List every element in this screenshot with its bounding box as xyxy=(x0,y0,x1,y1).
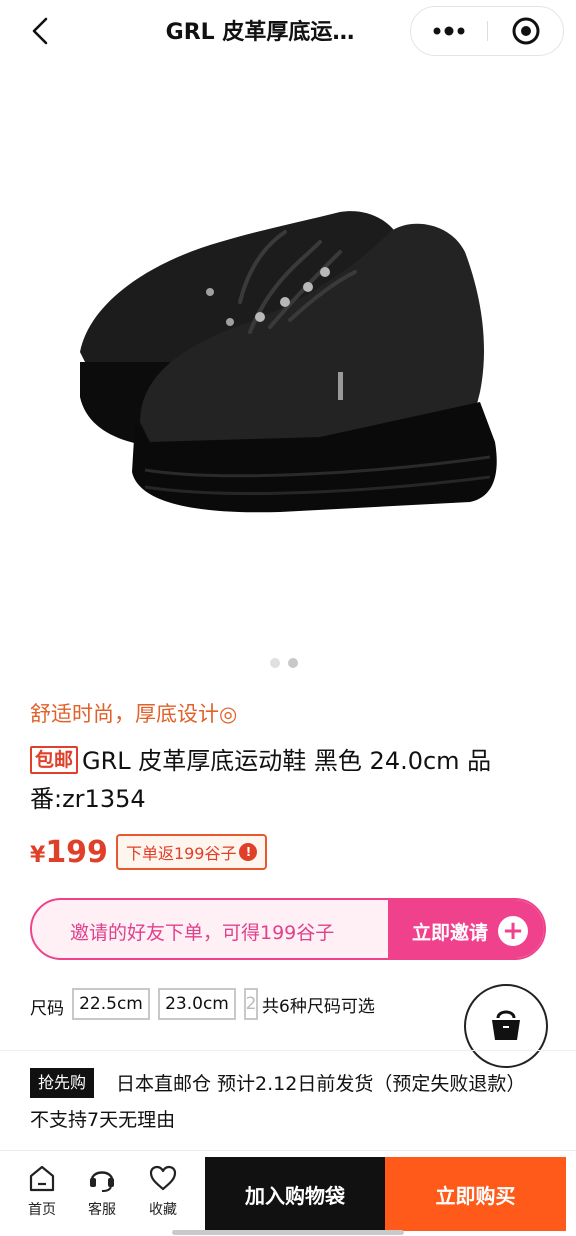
plus-icon: + xyxy=(498,916,528,946)
headset-icon xyxy=(90,1171,114,1192)
back-button[interactable] xyxy=(22,12,58,50)
rebate-badge[interactable]: 下单返199谷子 ! xyxy=(115,834,268,870)
size-count: 共6种尺码可选 xyxy=(262,997,375,1017)
more-dots-icon xyxy=(433,26,465,36)
close-miniprogram-button[interactable] xyxy=(488,7,564,55)
size-label: 尺码 xyxy=(30,999,64,1019)
info-icon: ! xyxy=(239,843,258,861)
home-button[interactable]: 首页 xyxy=(12,1163,72,1219)
customer-service-label: 客服 xyxy=(88,1202,116,1218)
size-option[interactable]: 23.0cm xyxy=(158,988,236,1020)
product-image-carousel[interactable] xyxy=(0,62,576,672)
price: ¥199 xyxy=(30,835,108,870)
carousel-dot xyxy=(270,658,280,668)
size-option[interactable]: 2 xyxy=(244,988,258,1020)
mini-program-capsule xyxy=(410,6,564,56)
product-slogan: 舒适时尚，厚底设计◎ xyxy=(30,702,238,726)
invite-button-label: 立即邀请 xyxy=(411,921,488,944)
product-title: GRL 皮革厚底运动鞋 黑色 24.0cm 品番:zr1354 xyxy=(30,747,492,813)
top-nav-bar: GRL 皮革厚底运… xyxy=(0,0,576,62)
floating-cart-button[interactable] xyxy=(464,984,548,1068)
favorite-button[interactable]: 收藏 xyxy=(133,1163,193,1219)
carousel-dot-active xyxy=(288,658,298,668)
page-title: GRL 皮革厚底运… xyxy=(165,20,355,45)
presale-tag: 抢先购 xyxy=(30,1068,95,1098)
home-label: 首页 xyxy=(28,1202,56,1218)
shipping-info: 抢先购 日本直邮仓 预计2.12日前发货（预定失败退款） 不支持7天无理由 xyxy=(30,1066,540,1138)
customer-service-button[interactable]: 客服 xyxy=(72,1163,132,1219)
add-to-cart-button[interactable]: 加入购物袋 xyxy=(205,1157,385,1231)
shopping-bag-icon xyxy=(492,1010,520,1040)
invite-text: 邀请的好友下单，可得199谷子 xyxy=(70,922,335,944)
home-icon xyxy=(29,1165,55,1192)
price-row: ¥199 下单返199谷子 ! xyxy=(30,832,268,872)
product-name: 包邮 GRL 皮革厚底运动鞋 黑色 24.0cm 品番:zr1354 xyxy=(30,742,550,818)
section-divider xyxy=(0,1050,576,1051)
invite-button[interactable]: 立即邀请 + xyxy=(388,900,544,958)
more-button[interactable] xyxy=(411,7,487,55)
product-image xyxy=(80,211,497,513)
size-option[interactable]: 22.5cm xyxy=(72,988,150,1020)
heart-icon xyxy=(149,1165,177,1191)
carousel-indicator xyxy=(270,658,298,668)
price-value: 199 xyxy=(45,834,108,870)
home-indicator xyxy=(172,1230,404,1235)
buy-now-button[interactable]: 立即购买 xyxy=(385,1157,566,1231)
favorite-label: 收藏 xyxy=(149,1202,177,1218)
currency-symbol: ¥ xyxy=(30,842,46,868)
chevron-left-icon xyxy=(32,17,48,45)
free-shipping-badge: 包邮 xyxy=(30,746,79,774)
invite-banner[interactable]: 邀请的好友下单，可得199谷子 立即邀请 + xyxy=(30,898,546,960)
shipping-text: 日本直邮仓 预计2.12日前发货（预定失败退款） 不支持7天无理由 xyxy=(30,1073,526,1131)
bottom-action-bar: 首页 客服 收藏 加入购物袋 立即购买 xyxy=(0,1150,576,1236)
target-icon xyxy=(512,17,540,45)
rebate-text: 下单返199谷子 xyxy=(125,844,237,863)
